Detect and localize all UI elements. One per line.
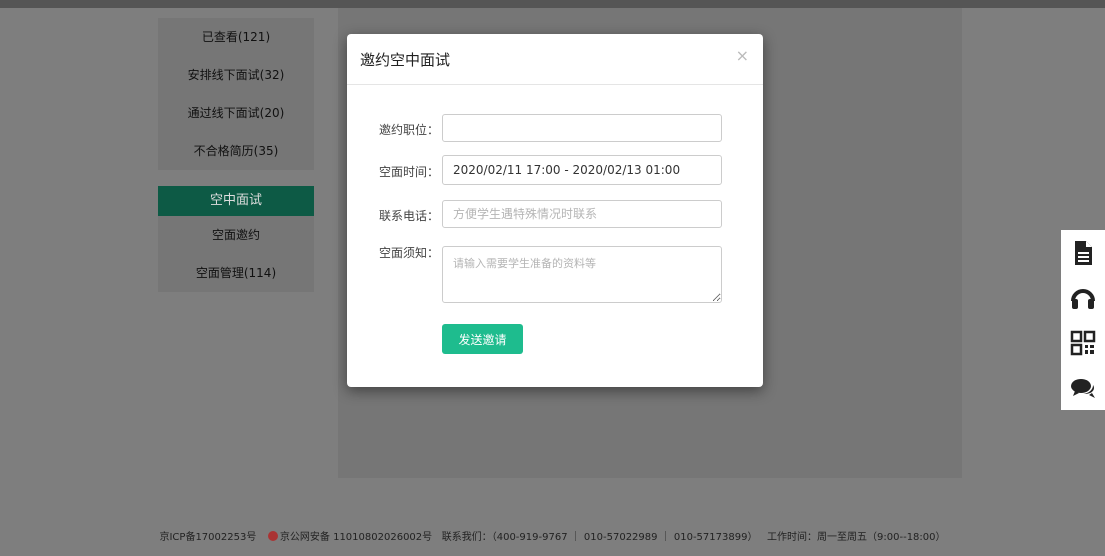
time-range-input[interactable] — [442, 155, 722, 185]
sidebar-group-air-interview: 空面邀约 空面管理(114) — [158, 216, 314, 292]
sidebar-item-air-invite[interactable]: 空面邀约 — [158, 216, 314, 254]
footer-icp[interactable]: 京ICP备17002253号 — [159, 532, 256, 543]
time-label: 空面时间： — [378, 165, 439, 179]
phone-label: 联系电话： — [378, 209, 439, 223]
sidebar-item-offline-interview[interactable]: 安排线下面试(32) — [158, 56, 314, 94]
close-icon[interactable]: × — [736, 46, 749, 65]
notice-textarea[interactable] — [442, 246, 722, 303]
sidebar-group-resumes: 已查看(121) 安排线下面试(32) 通过线下面试(20) 不合格简历(35) — [158, 18, 314, 170]
dialog-title: 邀约空中面试 — [360, 51, 451, 69]
dialog-header: 邀约空中面试 × — [347, 34, 763, 85]
sidebar-item-air-manage[interactable]: 空面管理(114) — [158, 254, 314, 292]
sidebar-section-air-interview[interactable]: 空中面试 — [158, 186, 314, 216]
notice-label: 空面须知： — [378, 246, 439, 260]
headset-icon[interactable] — [1061, 275, 1105, 320]
top-header-strip — [0, 0, 1105, 8]
qrcode-icon[interactable] — [1061, 320, 1105, 365]
sidebar: 已查看(121) 安排线下面试(32) 通过线下面试(20) 不合格简历(35)… — [158, 18, 314, 292]
invite-air-interview-dialog: 邀约空中面试 × 邀约职位： 空面时间： 联系电话： 空面须知： 发送邀请 — [347, 34, 763, 387]
right-floating-toolbar — [1061, 230, 1105, 410]
position-input[interactable] — [442, 114, 722, 142]
chat-icon[interactable] — [1061, 365, 1105, 410]
position-label: 邀约职位： — [378, 123, 439, 137]
footer-contact: 联系我们：（400-919-9767 ｜ 010-57022989 ｜ 010-… — [441, 532, 758, 543]
sidebar-item-passed-offline[interactable]: 通过线下面试(20) — [158, 94, 314, 132]
footer: 京ICP备17002253号 京公网安备 11010802026002号 联系我… — [0, 528, 1105, 548]
sidebar-item-unqualified[interactable]: 不合格简历(35) — [158, 132, 314, 170]
document-icon[interactable] — [1061, 230, 1105, 275]
police-badge-icon — [267, 531, 278, 541]
phone-input[interactable] — [442, 200, 722, 228]
footer-police[interactable]: 京公网安备 11010802026002号 — [280, 532, 432, 543]
sidebar-item-viewed[interactable]: 已查看(121) — [158, 18, 314, 56]
send-invite-button[interactable]: 发送邀请 — [442, 324, 523, 354]
footer-hours: 工作时间：周一至周五（9:00--18:00） — [767, 532, 946, 543]
